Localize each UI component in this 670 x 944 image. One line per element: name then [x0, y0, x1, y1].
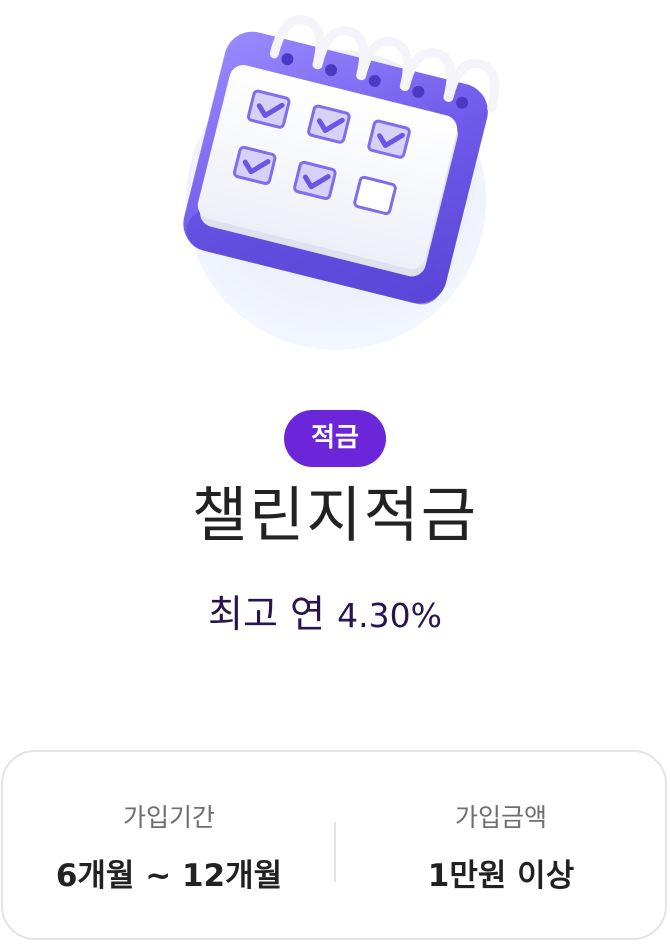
product-info-card: 가입기간 6개월 ~ 12개월 가입금액 1만원 이상: [1, 750, 667, 940]
amount-value: 1만원 이상: [427, 858, 575, 894]
max-rate: 최고 연 4.30%: [0, 586, 650, 644]
rate-value: 4.30%: [337, 596, 442, 635]
product-type-badge: 적금: [284, 410, 386, 467]
hero-illustration: [0, 0, 670, 380]
product-title: 챌린지적금: [192, 481, 478, 551]
rate-prefix: 최고 연: [208, 592, 326, 636]
amount-info: 가입금액 1만원 이상: [335, 798, 667, 898]
amount-label: 가입금액: [454, 803, 547, 832]
calendar-checklist-icon: [183, 15, 500, 350]
period-value: 6개월 ~ 12개월: [55, 858, 283, 894]
period-info: 가입기간 6개월 ~ 12개월: [3, 798, 335, 898]
period-label: 가입기간: [122, 803, 215, 832]
